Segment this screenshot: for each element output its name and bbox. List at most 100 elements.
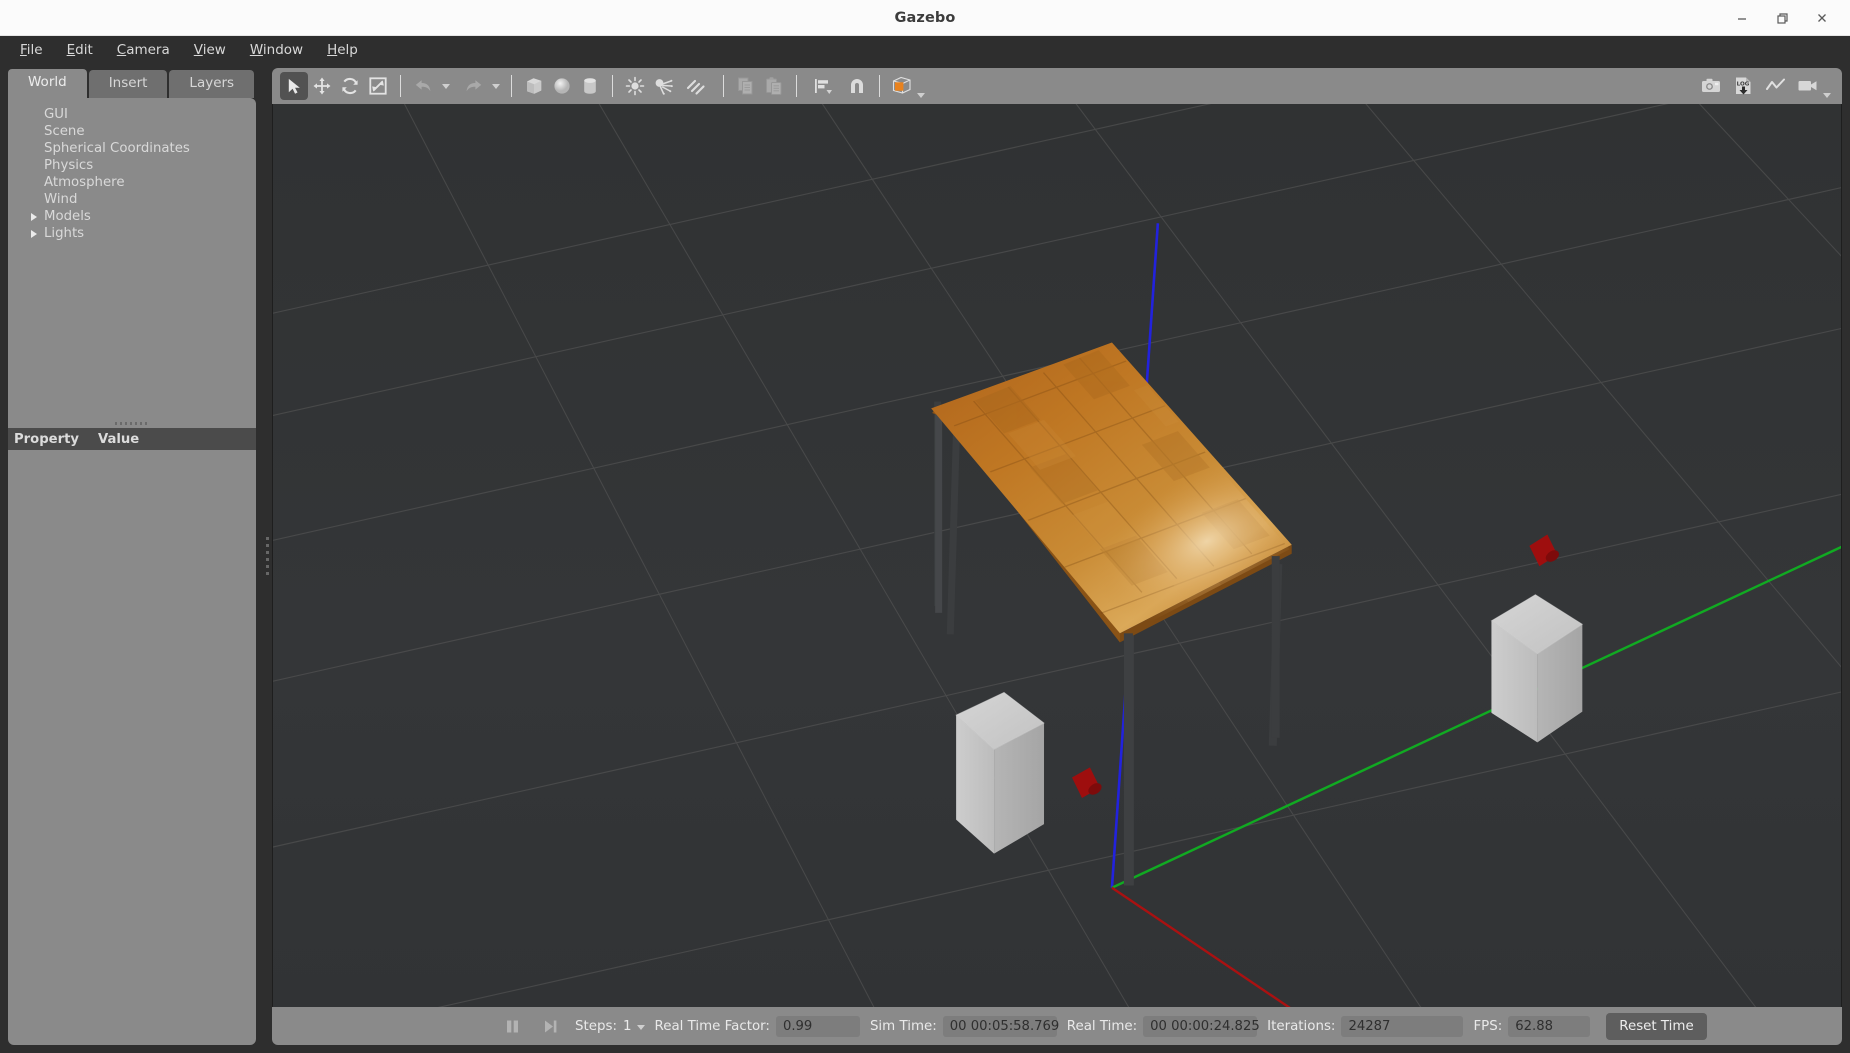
tree-item-label: Physics [42,157,93,174]
toolbar-separator [400,75,401,97]
menu-view[interactable]: View [183,39,237,61]
redo-button[interactable] [459,72,487,100]
tree-item-physics[interactable]: Physics [12,157,252,174]
sim-time-label: Sim Time: [870,1019,937,1034]
pause-button[interactable] [497,1013,527,1039]
toolbar-right-tools: LOG [1698,72,1832,100]
insert-spot-light-button[interactable] [649,72,677,100]
render-area: LOG [272,63,1850,1053]
tree-item-label: Atmosphere [42,174,125,191]
panel-vertical-splitter[interactable] [262,63,272,1053]
undo-history-dropdown[interactable] [437,72,453,100]
panel-horizontal-splitter[interactable] [8,418,256,428]
tree-item-label: Models [42,208,91,225]
main-area: World Insert Layers GUI Scene Spherical … [0,63,1850,1053]
maximize-button[interactable] [1764,3,1800,33]
table-leg-far-left [935,408,942,612]
property-column-header: Property [8,432,98,447]
tree-item-models[interactable]: Models [12,208,252,225]
insert-sphere-button[interactable] [548,72,576,100]
video-record-button[interactable] [1794,72,1832,100]
real-time-label: Real Time: [1067,1019,1137,1034]
tree-item-gui[interactable]: GUI [12,106,252,123]
tree-item-scene[interactable]: Scene [12,123,252,140]
real-time-factor-value: 0.99 [776,1016,860,1037]
tree-item-spherical-coordinates[interactable]: Spherical Coordinates [12,140,252,157]
screenshot-button[interactable] [1698,72,1726,100]
minimize-button[interactable] [1724,3,1760,33]
align-button[interactable] [805,72,843,100]
menu-file[interactable]: File [9,39,54,61]
real-time-value: 00 00:00:24.825 [1143,1016,1257,1037]
left-panel: World Insert Layers GUI Scene Spherical … [0,63,262,1053]
property-table-body[interactable] [8,450,256,1045]
world-tree[interactable]: GUI Scene Spherical Coordinates Physics … [8,98,256,418]
box-model-2 [1491,595,1582,743]
tree-item-label: Scene [42,123,85,140]
paste-button[interactable] [760,72,788,100]
reset-time-button[interactable]: Reset Time [1606,1013,1706,1040]
window-controls [1724,0,1840,36]
translate-mode-button[interactable] [308,72,336,100]
toolbar-separator [723,75,724,97]
iterations-value: 24287 [1341,1016,1463,1037]
menu-edit[interactable]: Edit [56,39,104,61]
box-model-1 [956,692,1044,853]
scene-render [273,104,1841,1007]
steps-value[interactable]: 1 [623,1019,632,1034]
step-button[interactable] [535,1013,565,1039]
undo-button[interactable] [409,72,437,100]
menu-help[interactable]: Help [316,39,369,61]
menu-camera[interactable]: Camera [106,39,181,61]
tab-layers[interactable]: Layers [169,70,254,98]
fps-value: 62.88 [1508,1016,1590,1037]
select-mode-button[interactable] [280,72,308,100]
table-leg-right [1272,556,1280,738]
scale-mode-button[interactable] [364,72,392,100]
insert-cylinder-button[interactable] [576,72,604,100]
tree-item-label: Spherical Coordinates [42,140,190,157]
insert-point-light-button[interactable] [621,72,649,100]
log-record-button[interactable]: LOG [1730,72,1758,100]
tree-item-lights[interactable]: Lights [12,225,252,242]
toolbar-separator [511,75,512,97]
tab-world[interactable]: World [8,69,87,98]
value-column-header: Value [98,432,256,447]
close-button[interactable] [1804,3,1840,33]
3d-viewport[interactable] [272,104,1842,1007]
redo-history-dropdown[interactable] [487,72,503,100]
sim-time-value: 00 00:05:58.769 [943,1016,1057,1037]
property-table-header: Property Value [8,428,256,450]
plot-button[interactable] [1762,72,1790,100]
insert-box-button[interactable] [520,72,548,100]
menu-bar: FileEditCameraViewWindowHelp [0,36,1850,63]
tree-item-label: Lights [42,225,84,242]
tree-item-label: GUI [42,106,68,123]
expand-arrow-icon[interactable] [26,230,42,238]
title-bar: Gazebo [0,0,1850,36]
render-toolbar: LOG [272,68,1842,104]
status-bar: Steps: 1 Real Time Factor: 0.99 Sim Time… [272,1007,1842,1045]
rotate-mode-button[interactable] [336,72,364,100]
view-angle-button[interactable] [888,72,926,100]
menu-window[interactable]: Window [239,39,314,61]
window-title: Gazebo [0,10,1850,26]
expand-arrow-icon[interactable] [26,213,42,221]
tree-item-label: Wind [42,191,77,208]
steps-label: Steps: [575,1019,617,1034]
tab-insert[interactable]: Insert [89,70,168,98]
copy-button[interactable] [732,72,760,100]
snap-button[interactable] [843,72,871,100]
steps-dropdown-icon[interactable] [637,1025,645,1030]
iterations-label: Iterations: [1267,1019,1335,1034]
panel-tabs: World Insert Layers [8,68,256,98]
tree-item-wind[interactable]: Wind [12,191,252,208]
toolbar-separator [879,75,880,97]
real-time-factor-label: Real Time Factor: [655,1019,770,1034]
sim-controls: Steps: 1 Real Time Factor: 0.99 Sim Time… [497,1013,1707,1040]
toolbar-separator [796,75,797,97]
tree-item-atmosphere[interactable]: Atmosphere [12,174,252,191]
toolbar-separator [612,75,613,97]
fps-label: FPS: [1473,1019,1502,1034]
insert-directional-light-button[interactable] [677,72,715,100]
